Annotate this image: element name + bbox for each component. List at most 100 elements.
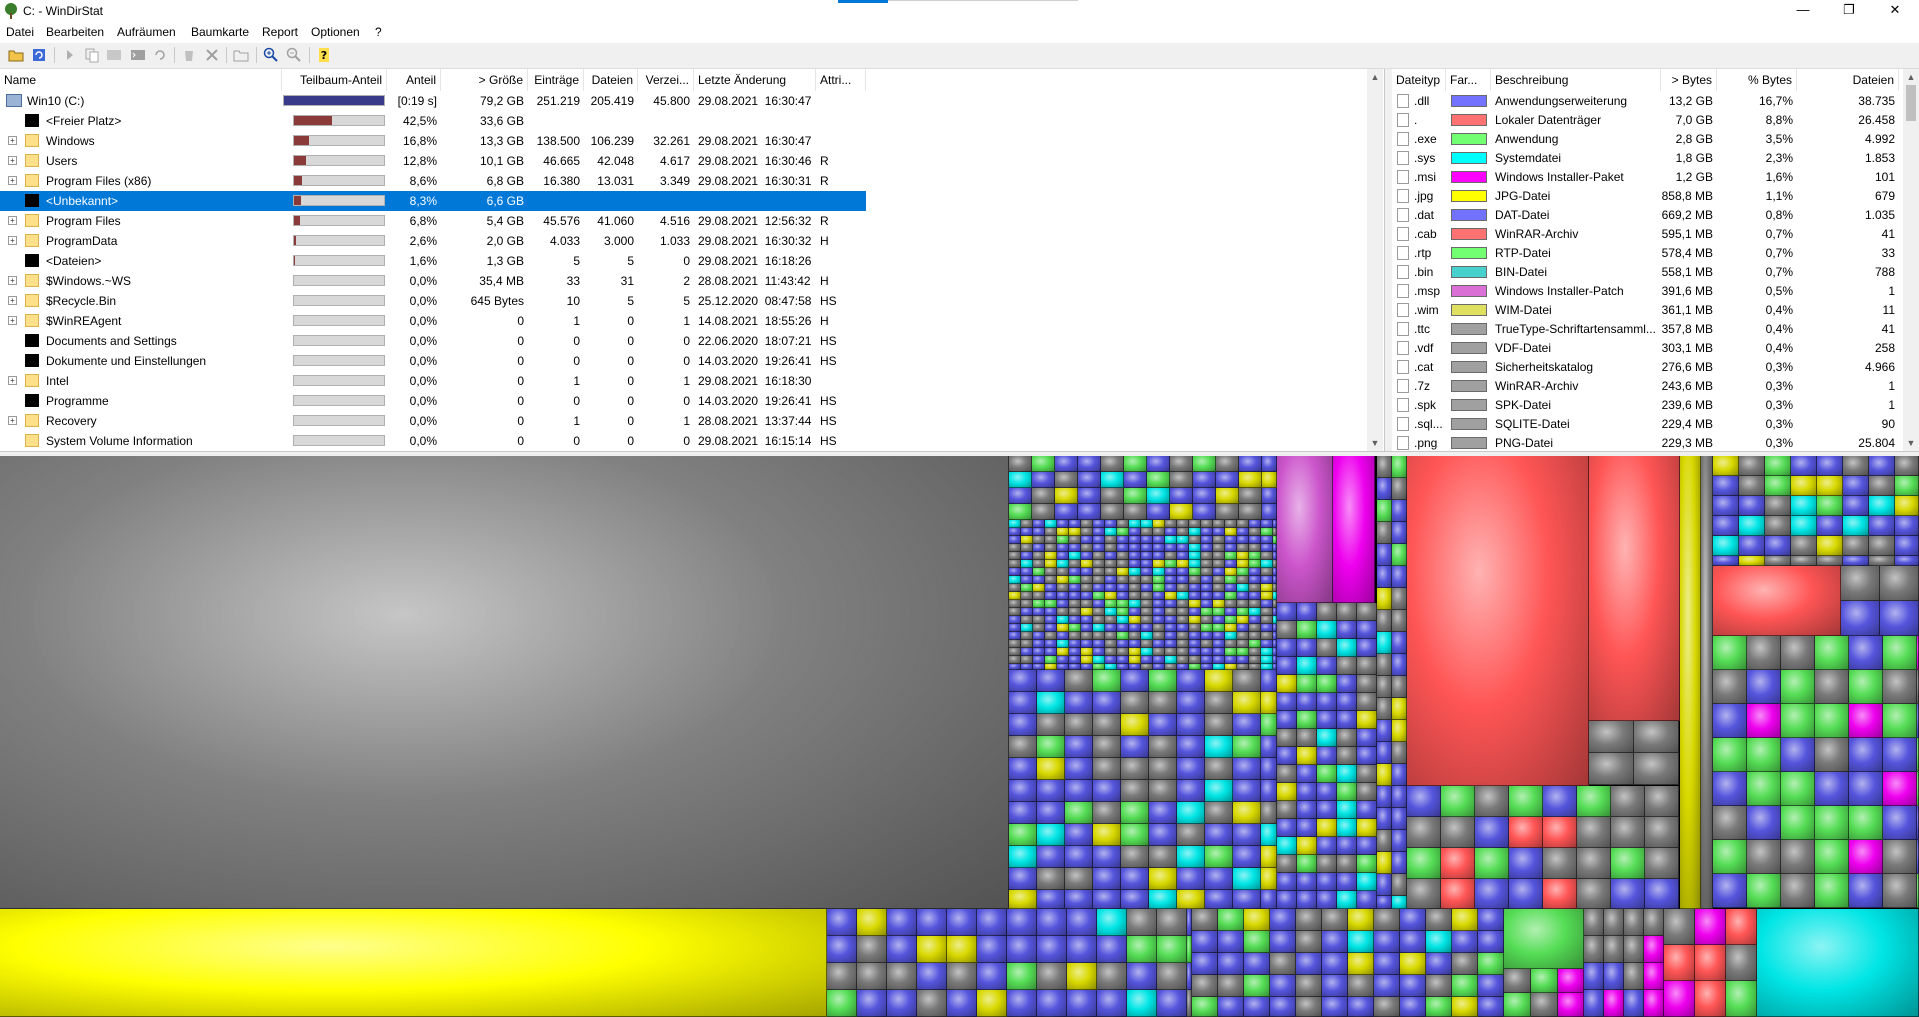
scroll-thumb[interactable] xyxy=(1906,85,1916,121)
treemap-file-tile[interactable] xyxy=(1117,520,1129,528)
treemap-file-tile[interactable] xyxy=(1093,536,1105,544)
treemap-file-tile[interactable] xyxy=(1149,714,1177,736)
tree-row[interactable]: + Recovery 0,0% 0 1 0 1 28.08.2021 13:37:44 HS xyxy=(0,411,1367,431)
treemap-file-tile[interactable] xyxy=(1277,603,1297,621)
treemap-file-tile[interactable] xyxy=(1337,603,1357,621)
treemap-file-tile[interactable] xyxy=(1065,824,1093,846)
treemap-file-tile[interactable] xyxy=(1037,868,1065,890)
treemap-file-tile[interactable] xyxy=(1218,931,1244,953)
treemap-file-tile[interactable] xyxy=(1815,840,1849,874)
treemap-file-tile[interactable] xyxy=(1374,975,1400,997)
treemap-file-tile[interactable] xyxy=(1069,528,1081,536)
extension-row[interactable]: .dat DAT-Datei 669,2 MB 0,8% 1.035 xyxy=(1392,205,1903,225)
treemap-file-tile[interactable] xyxy=(1357,711,1377,729)
treemap-file-tile[interactable] xyxy=(1021,648,1033,656)
treemap-file-tile[interactable] xyxy=(1244,975,1270,997)
extension-scrollbar[interactable]: ▲ ▼ xyxy=(1903,69,1919,451)
treemap-file-tile[interactable] xyxy=(1189,640,1201,648)
treemap-file-tile[interactable] xyxy=(1357,855,1377,873)
treemap-file-tile[interactable] xyxy=(1149,758,1177,780)
menu-report[interactable]: Report xyxy=(262,25,298,39)
treemap-file-tile[interactable] xyxy=(1177,584,1189,592)
treemap-file-tile[interactable] xyxy=(1033,592,1045,600)
treemap-file-tile[interactable] xyxy=(1895,456,1919,476)
treemap-file-tile[interactable] xyxy=(1233,868,1261,890)
treemap-file-tile[interactable] xyxy=(1249,576,1261,584)
treemap-file-tile[interactable] xyxy=(1357,639,1377,657)
treemap-file-tile[interactable] xyxy=(1739,536,1765,556)
treemap-file-tile[interactable] xyxy=(1009,608,1021,616)
treemap-file-tile[interactable] xyxy=(1165,600,1177,608)
treemap-file-tile[interactable] xyxy=(1249,640,1261,648)
treemap-file-tile[interactable] xyxy=(1021,544,1033,552)
treemap-file-tile[interactable] xyxy=(1261,592,1273,600)
treemap-file-tile[interactable] xyxy=(1057,544,1069,552)
treemap-file-tile[interactable] xyxy=(1392,588,1407,610)
zoom-out-icon[interactable] xyxy=(286,47,302,63)
treemap-file-tile[interactable] xyxy=(1233,692,1261,714)
treemap-file-tile[interactable] xyxy=(1201,576,1213,584)
treemap-file-tile[interactable] xyxy=(1032,488,1055,504)
treemap-file-tile[interactable] xyxy=(1129,552,1141,560)
treemap-file-tile[interactable] xyxy=(1244,909,1270,931)
treemap-file-tile[interactable] xyxy=(1093,624,1105,632)
treemap-file-tile[interactable] xyxy=(1543,786,1577,817)
treemap-file-tile[interactable] xyxy=(1225,648,1237,656)
treemap-file-tile[interactable] xyxy=(1277,729,1297,747)
treemap-file-tile[interactable] xyxy=(1141,608,1153,616)
col-subtree-share[interactable]: Teilbaum-Anteil xyxy=(282,69,387,91)
treemap-file-tile[interactable] xyxy=(1065,670,1093,692)
treemap-file-tile[interactable] xyxy=(1377,720,1392,742)
treemap-file-tile[interactable] xyxy=(1237,608,1249,616)
treemap-file-tile[interactable] xyxy=(1407,817,1441,848)
treemap-file-tile[interactable] xyxy=(1791,476,1817,496)
treemap-file-tile[interactable] xyxy=(1589,721,1634,753)
treemap-file-tile[interactable] xyxy=(1249,632,1261,640)
treemap-file-tile[interactable] xyxy=(1055,504,1078,520)
col-last-modified[interactable]: Letzte Änderung xyxy=(694,69,816,91)
treemap-file-tile[interactable] xyxy=(1883,670,1917,704)
treemap-file-tile[interactable] xyxy=(1781,738,1815,772)
treemap-file-tile[interactable] xyxy=(1644,990,1664,1017)
treemap-file-tile[interactable] xyxy=(1045,640,1057,648)
vertical-splitter[interactable] xyxy=(1385,69,1392,451)
recycle-bin-icon[interactable] xyxy=(181,47,197,63)
treemap-file-tile[interactable] xyxy=(1093,670,1121,692)
treemap-file-tile[interactable] xyxy=(827,936,857,963)
treemap-file-tile[interactable] xyxy=(1009,600,1021,608)
treemap-file-tile[interactable] xyxy=(1009,692,1037,714)
treemap-file-tile[interactable] xyxy=(1149,890,1177,909)
treemap-file-tile[interactable] xyxy=(1033,536,1045,544)
treemap-file-tile[interactable] xyxy=(1127,963,1157,990)
treemap-file-tile[interactable] xyxy=(1726,909,1757,945)
treemap-file-tile[interactable] xyxy=(1713,496,1739,516)
treemap-file-tile[interactable] xyxy=(1105,656,1117,664)
extension-row[interactable]: . Lokaler Datenträger 7,0 GB 8,8% 26.458 xyxy=(1392,110,1903,130)
treemap-file-tile[interactable] xyxy=(1165,592,1177,600)
treemap-file-tile[interactable] xyxy=(1270,953,1296,975)
treemap-file-tile[interactable] xyxy=(1392,830,1407,852)
treemap-file-tile[interactable] xyxy=(1317,621,1337,639)
treemap-file-tile[interactable] xyxy=(1177,656,1189,664)
treemap-file-tile[interactable] xyxy=(1105,536,1117,544)
treemap-file-tile[interactable] xyxy=(1165,568,1177,576)
explorer-icon[interactable] xyxy=(106,47,122,63)
treemap-file-tile[interactable] xyxy=(1261,528,1273,536)
expand-icon[interactable]: + xyxy=(8,136,17,145)
treemap-file-tile[interactable] xyxy=(1357,783,1377,801)
treemap-file-tile[interactable] xyxy=(1815,636,1849,670)
treemap-file-tile[interactable] xyxy=(1033,568,1045,576)
treemap-file-tile[interactable] xyxy=(1037,736,1065,758)
treemap-file-tile[interactable] xyxy=(1153,640,1165,648)
treemap-file-tile[interactable] xyxy=(1129,632,1141,640)
treemap-file-tile[interactable] xyxy=(1815,670,1849,704)
treemap-file-tile[interactable] xyxy=(1009,632,1021,640)
treemap-file-tile[interactable] xyxy=(1895,556,1919,566)
treemap-file-tile[interactable] xyxy=(1357,729,1377,747)
treemap-file-tile[interactable] xyxy=(1065,736,1093,758)
treemap-file-tile[interactable] xyxy=(1225,632,1237,640)
treemap-file-tile[interactable] xyxy=(1357,873,1377,891)
treemap-file-tile[interactable] xyxy=(1045,536,1057,544)
treemap-file-tile[interactable] xyxy=(1141,656,1153,664)
treemap-file-tile[interactable] xyxy=(1237,528,1249,536)
